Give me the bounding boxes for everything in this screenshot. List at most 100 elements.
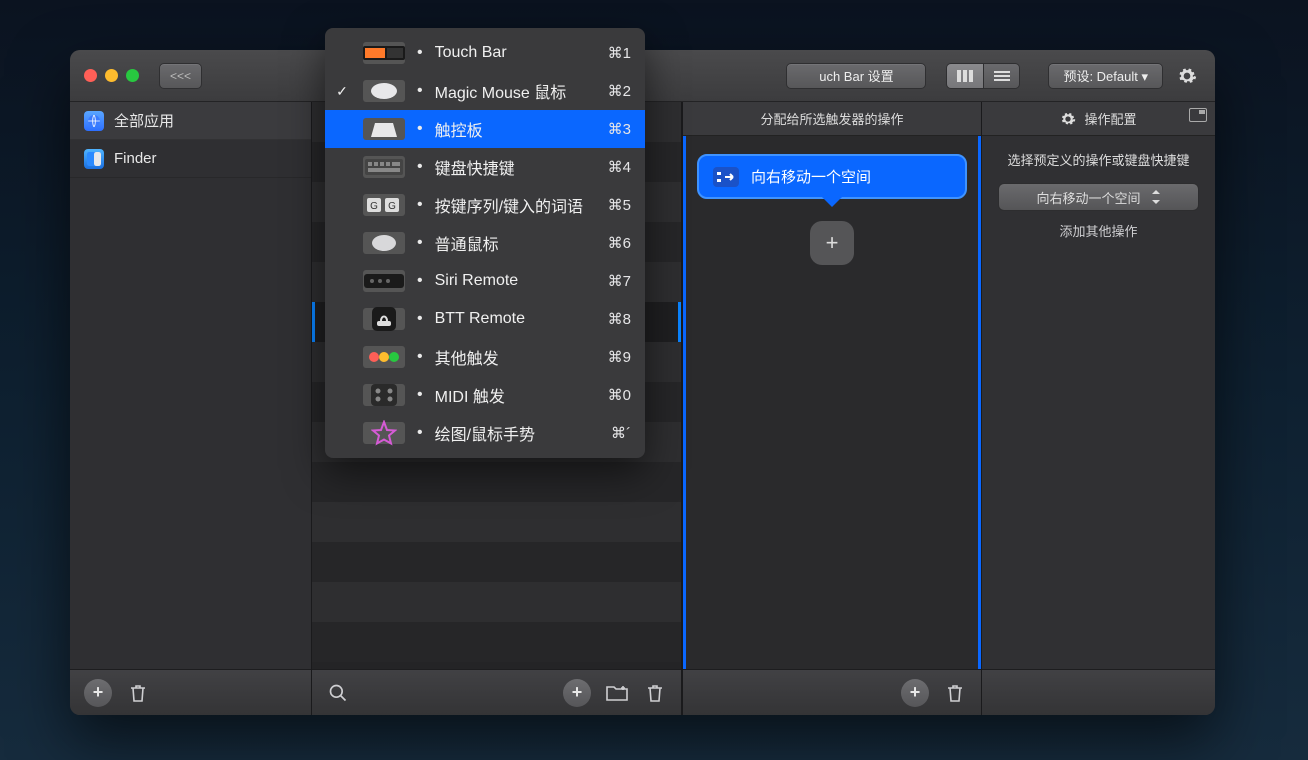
dropdown-item-icon — [363, 232, 405, 254]
dropdown-item-icon — [363, 80, 405, 102]
dropdown-item-icon — [363, 42, 405, 64]
dropdown-item[interactable]: ✓•Magic Mouse 鼠标⌘2 — [325, 72, 645, 110]
action-select[interactable]: 向右移动一个空间 — [998, 183, 1199, 211]
add-trigger-button[interactable]: + — [563, 679, 591, 707]
config-header: 操作配置 — [982, 102, 1215, 136]
delete-app-button[interactable] — [126, 681, 150, 705]
dropdown-item-shortcut: ⌘8 — [608, 310, 631, 328]
actions-header: 分配给所选触发器的操作 — [683, 102, 981, 136]
action-select-value: 向右移动一个空间 — [1036, 188, 1140, 207]
view-list-button[interactable] — [983, 64, 1019, 88]
dropdown-item-label: Siri Remote — [435, 272, 596, 290]
trigger-row[interactable] — [312, 582, 681, 622]
add-more-label: 添加其他操作 — [1059, 224, 1137, 239]
dropdown-item-icon — [363, 422, 405, 444]
config-header-label: 操作配置 — [1084, 109, 1136, 128]
add-action-button[interactable]: + — [810, 221, 854, 265]
sidebar-item-all-apps[interactable]: 全部应用 — [70, 102, 311, 140]
dropdown-item[interactable]: •触控板⌘3 — [325, 110, 645, 148]
dropdown-item-label: 按键序列/键入的词语 — [435, 193, 596, 217]
trash-icon — [646, 683, 664, 703]
back-button[interactable]: <<< — [159, 63, 202, 89]
dropdown-item-shortcut: ⌘2 — [608, 82, 631, 100]
dropdown-item[interactable]: •绘图/鼠标手势⌘´ — [325, 414, 645, 452]
minimize-window-button[interactable] — [105, 69, 118, 82]
dropdown-item[interactable]: •其他触发⌘9 — [325, 338, 645, 376]
trigger-row[interactable] — [312, 542, 681, 582]
sidebar-item-finder[interactable]: Finder — [70, 140, 311, 178]
trigger-row[interactable] — [312, 502, 681, 542]
delete-trigger-button[interactable] — [643, 681, 667, 705]
delete-action-button[interactable] — [943, 681, 967, 705]
actions-column: 分配给所选触发器的操作 向右移动一个空间 + + — [682, 102, 982, 715]
trash-icon — [946, 683, 964, 703]
dropdown-item[interactable]: •Touch Bar⌘1 — [325, 34, 645, 72]
preset-button[interactable]: 预设: Default ▾ — [1048, 63, 1163, 89]
dropdown-item-shortcut: ⌘6 — [608, 234, 631, 252]
section-tab-label: uch Bar 设置 — [819, 66, 893, 85]
sidebar-item-label: 全部应用 — [114, 110, 174, 131]
sidebar: 全部应用 Finder + — [70, 102, 312, 715]
action-card-label: 向右移动一个空间 — [751, 166, 871, 187]
settings-gear-button[interactable] — [1173, 62, 1201, 90]
dropdown-item-label: MIDI 触发 — [435, 383, 596, 407]
category-dropdown: •Touch Bar⌘1✓•Magic Mouse 鼠标⌘2•触控板⌘3•键盘快… — [325, 28, 645, 458]
dropdown-item-icon: GG — [363, 194, 405, 216]
dropdown-item-icon — [363, 384, 405, 406]
action-card[interactable]: 向右移动一个空间 — [697, 154, 967, 199]
config-bottombar — [982, 669, 1215, 715]
trigger-row[interactable] — [312, 622, 681, 662]
chevron-updown-icon — [1151, 190, 1161, 204]
dropdown-item-shortcut: ⌘9 — [608, 348, 631, 366]
check-icon: ✓ — [333, 83, 351, 100]
view-columns-button[interactable] — [947, 64, 983, 88]
dropdown-item[interactable]: •Siri Remote⌘7 — [325, 262, 645, 300]
search-button[interactable] — [326, 681, 350, 705]
trigger-row[interactable] — [312, 462, 681, 502]
dropdown-item-icon — [363, 118, 405, 140]
dropdown-item-label: BTT Remote — [435, 310, 596, 328]
svg-text:G: G — [370, 201, 378, 212]
close-window-button[interactable] — [84, 69, 97, 82]
dropdown-item[interactable]: GG•按键序列/键入的词语⌘5 — [325, 186, 645, 224]
actions-header-label: 分配给所选触发器的操作 — [760, 109, 903, 128]
search-icon — [328, 683, 348, 703]
dropdown-item-icon — [363, 270, 405, 292]
dropdown-item-shortcut: ⌘0 — [608, 386, 631, 404]
dropdown-item-icon — [363, 156, 405, 178]
dropdown-item[interactable]: •BTT Remote⌘8 — [325, 300, 645, 338]
zoom-window-button[interactable] — [126, 69, 139, 82]
folder-add-button[interactable] — [605, 681, 629, 705]
dropdown-item-shortcut: ⌘1 — [608, 44, 631, 62]
gear-icon — [1060, 111, 1076, 127]
add-app-button[interactable]: + — [84, 679, 112, 707]
view-toggle — [946, 63, 1020, 89]
config-column: 操作配置 选择预定义的操作或键盘快捷键 向右移动一个空间 添加其他操作 — [982, 102, 1215, 715]
dropdown-item[interactable]: •MIDI 触发⌘0 — [325, 376, 645, 414]
back-button-label: <<< — [170, 69, 191, 83]
add-action-circle-button[interactable]: + — [901, 679, 929, 707]
actions-bottombar: + — [683, 669, 981, 715]
dropdown-item[interactable]: •键盘快捷键⌘4 — [325, 148, 645, 186]
dropdown-item-shortcut: ⌘7 — [608, 272, 631, 290]
popout-button[interactable] — [1189, 108, 1207, 122]
sidebar-item-label: Finder — [114, 150, 157, 167]
finder-icon — [84, 149, 104, 169]
globe-icon — [84, 111, 104, 131]
dropdown-item-label: 触控板 — [435, 117, 596, 141]
dropdown-item[interactable]: •普通鼠标⌘6 — [325, 224, 645, 262]
dropdown-item-shortcut: ⌘5 — [608, 196, 631, 214]
preset-label: 预设: Default ▾ — [1063, 66, 1148, 85]
window-controls — [84, 69, 139, 82]
trash-icon — [129, 683, 147, 703]
add-more-actions-link[interactable]: 添加其他操作 — [998, 221, 1199, 240]
dropdown-item-icon — [363, 346, 405, 368]
dropdown-item-label: Magic Mouse 鼠标 — [435, 79, 596, 103]
dropdown-item-label: Touch Bar — [435, 44, 596, 62]
section-tab[interactable]: uch Bar 设置 — [786, 63, 926, 89]
dropdown-item-shortcut: ⌘4 — [608, 158, 631, 176]
dropdown-item-label: 普通鼠标 — [435, 231, 596, 255]
config-subhead: 选择预定义的操作或键盘快捷键 — [998, 150, 1199, 169]
dropdown-item-shortcut: ⌘3 — [608, 120, 631, 138]
dropdown-item-label: 绘图/鼠标手势 — [435, 421, 599, 445]
